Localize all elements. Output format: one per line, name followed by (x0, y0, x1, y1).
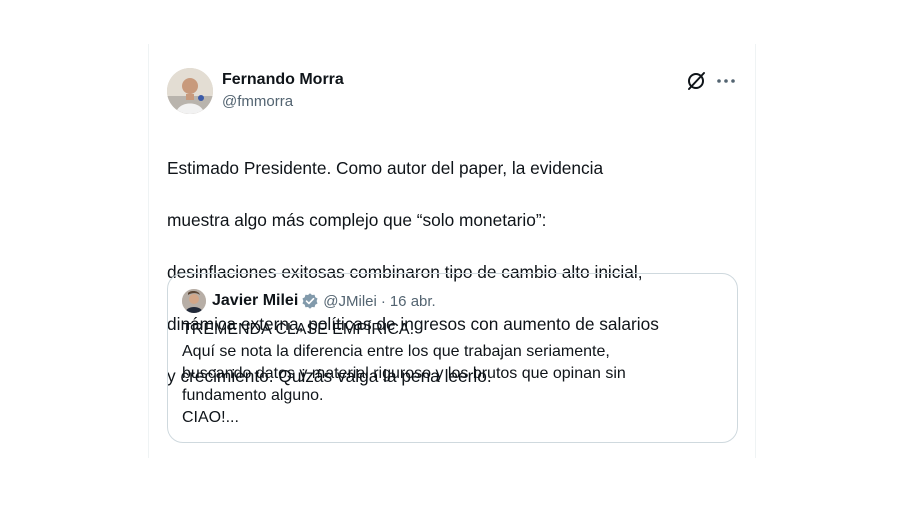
quoted-author-avatar-image (182, 289, 206, 313)
quoted-text-line: fundamento alguno. (182, 387, 324, 404)
grok-icon[interactable] (685, 70, 707, 92)
tweet-header: Fernando Morra @fmmorra (167, 68, 737, 116)
quoted-tweet-date[interactable]: 16 abr. (390, 293, 436, 310)
author-handle[interactable]: @fmmorra (222, 92, 344, 112)
quoted-author-display-name[interactable]: Javier Milei (212, 292, 298, 310)
tweet-text-line: muestra algo más complejo que “solo mone… (167, 210, 547, 230)
more-icon[interactable] (715, 70, 737, 92)
author-avatar[interactable] (167, 68, 213, 114)
author-avatar-image (167, 68, 213, 114)
author-names: Fernando Morra @fmmorra (222, 70, 344, 112)
tweet-text-line: Estimado Presidente. Como autor del pape… (167, 158, 604, 178)
separator-dot: · (380, 292, 386, 310)
quoted-author-avatar[interactable] (182, 289, 206, 313)
quoted-tweet-header: Javier Milei @JMilei · 16 abr. (182, 288, 436, 314)
quoted-text-line: Aquí se nota la diferencia entre los que… (182, 343, 610, 360)
verified-badge-icon (302, 293, 318, 309)
quoted-tweet-text: TREMENDA CLASE EMPÍRICA. Aquí se nota la… (182, 319, 727, 429)
page: Fernando Morra @fmmorra Estimado Preside… (0, 0, 900, 505)
quoted-text-line: buscando datos y material riguroso y los… (182, 365, 626, 382)
tweet-card[interactable]: Fernando Morra @fmmorra Estimado Preside… (148, 44, 756, 458)
author-display-name[interactable]: Fernando Morra (222, 70, 344, 90)
quoted-tweet[interactable]: Javier Milei @JMilei · 16 abr. TREMENDA … (167, 273, 738, 443)
quoted-text-line: CIAO!... (182, 409, 239, 426)
quoted-author-handle[interactable]: @JMilei (323, 293, 377, 310)
quoted-text-line: TREMENDA CLASE EMPÍRICA. (182, 321, 415, 338)
